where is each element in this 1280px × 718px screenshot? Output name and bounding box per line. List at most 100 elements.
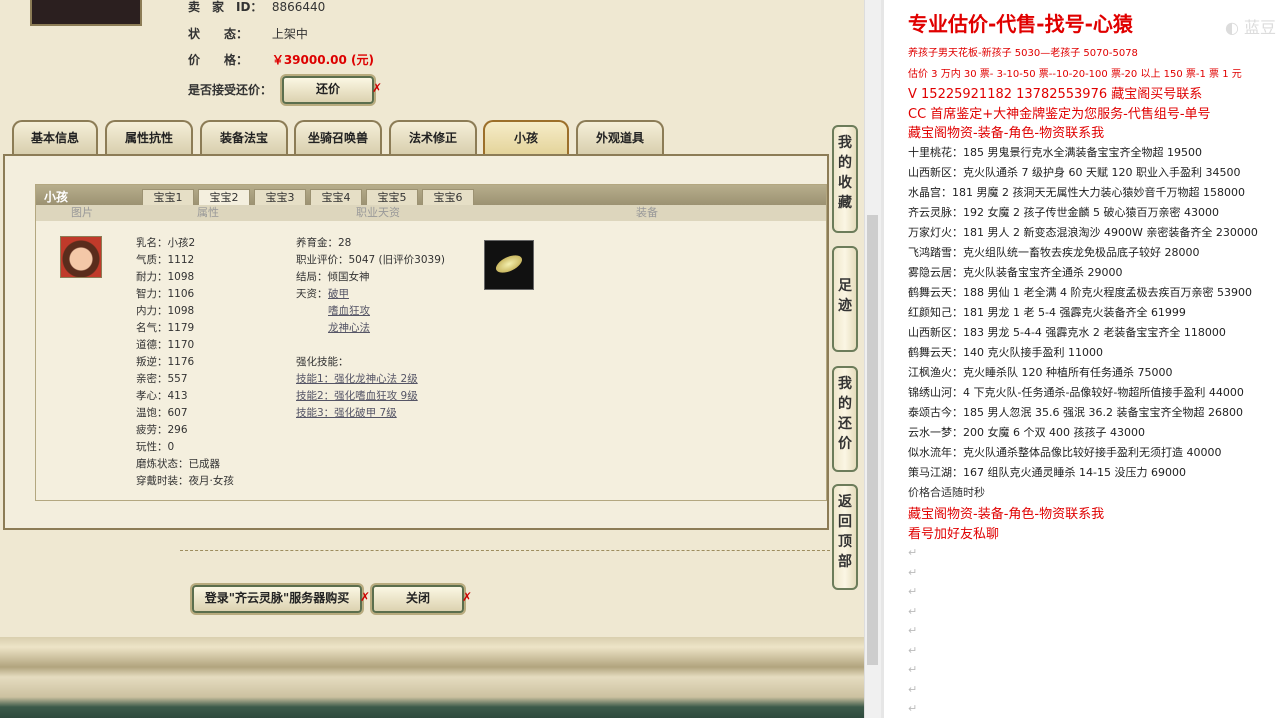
scrollbar[interactable] — [864, 0, 881, 718]
paragraph-mark: ↵ — [908, 546, 918, 559]
divider — [180, 550, 830, 551]
login-purchase-button[interactable]: 登录"齐云灵脉"服务器购买 ✗ — [192, 585, 370, 613]
counter-offer-button[interactable]: 还价 ✗ — [282, 76, 382, 104]
tab-label: 装备法宝 — [219, 131, 268, 145]
footer-decoration — [0, 637, 864, 718]
child-panel-title: 小孩 — [44, 190, 69, 204]
talent-link[interactable]: 破甲 — [328, 286, 370, 303]
talent-label: 天资： — [296, 288, 328, 300]
attr-line: 孝心：413 — [136, 390, 188, 402]
counter-offer-button-label: 还价 — [315, 82, 340, 96]
attr-line: 叛逆：1176 — [136, 356, 195, 368]
footprint-button[interactable]: 足迹 — [832, 246, 858, 352]
scrollbar-thumb[interactable] — [867, 215, 878, 665]
child-detail-box: 小孩 宝宝1 宝宝2 宝宝3 宝宝4 宝宝5 宝宝6 图片 属性 职业天资 装备… — [35, 184, 827, 501]
attr-line: 耐力：1098 — [136, 271, 195, 283]
listing-line: 策马江湖：167 组队克火通灵睡杀 14-15 没压力 69000 — [908, 466, 1186, 479]
skill-label: 强化技能： — [296, 356, 349, 368]
listing-line: 飞鸿踏雪：克火组队统一畜牧去疾龙免极品底子较好 28000 — [908, 246, 1200, 259]
nurture-money: 养育金：28 — [296, 237, 352, 249]
close-mark-icon: ✗ — [359, 590, 370, 604]
attr-line: 智力：1106 — [136, 288, 195, 300]
skill-link[interactable]: 技能1：强化龙神心法 2级 — [296, 371, 445, 388]
child-attribute-list: 乳名：小孩2 气质：1112 耐力：1098 智力：1106 内力：1098 名… — [136, 235, 234, 490]
career-info: 养育金：28 职业评价：5047 (旧评价3039) 结局：倾国女神 天资： 破… — [296, 235, 445, 422]
attr-line: 磨炼状态：已成器 — [136, 458, 220, 470]
talent-link[interactable]: 龙神心法 — [328, 320, 370, 337]
listing-line: 鹤舞云天：188 男仙 1 老全满 4 阶克火程度孟极去疾百万亲密 53900 — [908, 286, 1252, 299]
column-equipment: 装备 — [636, 206, 658, 219]
price-row: 价 格： ￥39000.00 (元) — [188, 51, 374, 68]
tab-basic-info[interactable]: 基本信息 — [12, 120, 98, 154]
paragraph-mark: ↵ — [908, 643, 918, 657]
listing-line: 雾隐云居：克火队装备宝宝齐全通杀 29000 — [908, 266, 1123, 279]
listing-line: 锦绣山河：4 下克火队-任务通杀-品像较好-物超所值接手盈利 44000 — [908, 386, 1244, 399]
listing-line: 万家灯火：181 男人 2 新变态混浪淘沙 4900W 亲密装备齐全 23000… — [908, 226, 1258, 239]
side-label: 我的还价 — [838, 376, 852, 452]
skill-link[interactable]: 技能2：强化嗜血狂攻 9级 — [296, 388, 445, 405]
talent-link[interactable]: 嗜血狂攻 — [328, 303, 370, 320]
back-to-top-button[interactable]: 返回顶部 — [832, 484, 858, 590]
paragraph-mark: ↵ — [908, 585, 918, 598]
status-row: 状 态： 上架中 — [188, 25, 308, 42]
attr-line: 内力：1098 — [136, 305, 195, 317]
side-label: 足迹 — [838, 278, 852, 314]
counter-offer-label: 是否接受还价： — [188, 83, 273, 97]
notes-red-line: 估价 3 万内 30 票- 3-10-50 票--10-20-100 票-20 … — [908, 69, 1242, 80]
attr-line: 乳名：小孩2 — [136, 237, 196, 249]
close-button[interactable]: 关闭 ✗ — [372, 585, 472, 613]
close-mark-icon: ✗ — [371, 81, 382, 95]
listing-line: 山西新区：183 男龙 5-4-4 强霹克水 2 老装备宝宝齐全 118000 — [908, 326, 1226, 339]
tab-spell-correction[interactable]: 法术修正 — [389, 120, 477, 154]
listing-line: 齐云灵脉：192 女魔 2 孩子传世金麟 5 破心猿百万亲密 43000 — [908, 206, 1219, 219]
my-counter-offers-button[interactable]: 我的还价 — [832, 366, 858, 472]
listing-line: 江枫渔火：克火睡杀队 120 种植所有任务通杀 75000 — [908, 366, 1173, 379]
column-image: 图片 — [71, 206, 93, 219]
tab-label: 属性抗性 — [124, 131, 173, 145]
listing-line: 山西新区：克火队通杀 7 级护身 60 天赋 120 职业入手盈利 34500 — [908, 166, 1241, 179]
child-portrait[interactable] — [60, 236, 102, 278]
notes-price-line: 价格合适随时秒 — [908, 486, 985, 499]
watermark-logo: ◐ 蓝豆 — [1224, 18, 1276, 37]
notes-footer-line: 看号加好友私聊 — [908, 527, 1000, 542]
close-button-label: 关闭 — [405, 591, 430, 605]
attr-line: 亲密：557 — [136, 373, 188, 385]
career-rating: 职业评价：5047 (旧评价3039) — [296, 254, 445, 266]
notes-red-line: 藏宝阁物资-装备-角色-物资联系我 — [908, 126, 1105, 141]
listing-panel: 卖 家 ID： 8866440 状 态： 上架中 价 格： ￥39000.00 … — [0, 0, 864, 718]
equipment-slot[interactable] — [484, 240, 534, 290]
listing-line: 红颜知己：181 男龙 1 老 5-4 强霹克火装备齐全 61999 — [908, 306, 1186, 319]
attr-line: 名气：1179 — [136, 322, 195, 334]
skill-link[interactable]: 技能3：强化破甲 7级 — [296, 405, 445, 422]
listing-line: 似水流年：克火队通杀整体品像比较好接手盈利无须打造 40000 — [908, 446, 1222, 459]
tab-label: 小孩 — [513, 131, 538, 145]
seller-id: 8866440 — [271, 0, 326, 14]
tab-mounts-pets[interactable]: 坐骑召唤兽 — [294, 120, 382, 154]
tab-label: 坐骑召唤兽 — [307, 131, 368, 145]
notes-document: 专业估价-代售-找号-心猿 ◐ 蓝豆 养孩子男天花板-新孩子 5030—老孩子 … — [881, 0, 1280, 718]
tab-attributes[interactable]: 属性抗性 — [105, 120, 193, 154]
talent-list: 破甲 嗜血狂攻 龙神心法 — [328, 286, 370, 337]
paragraph-mark: ↵ — [908, 624, 918, 637]
paragraph-mark: ↵ — [908, 682, 918, 696]
paragraph-mark: ↵ — [908, 702, 918, 715]
attr-line: 疲劳：296 — [136, 424, 188, 436]
column-career: 职业天资 — [356, 206, 400, 219]
attr-line: 温饱：607 — [136, 407, 188, 419]
tab-equipment[interactable]: 装备法宝 — [200, 120, 288, 154]
price-value: ￥39000.00 (元) — [271, 53, 374, 67]
ending: 结局：倾国女神 — [296, 271, 370, 283]
paragraph-mark: ↵ — [908, 604, 918, 618]
listing-line: 泰颂古今：185 男人忽泯 35.6 强泯 36.2 装备宝宝齐全物超 2680… — [908, 406, 1243, 419]
child-panel: 小孩 宝宝1 宝宝2 宝宝3 宝宝4 宝宝5 宝宝6 图片 属性 职业天资 装备… — [3, 154, 829, 530]
my-favorites-button[interactable]: 我的收藏 — [832, 125, 858, 233]
tab-appearance[interactable]: 外观道具 — [576, 120, 664, 154]
tab-child[interactable]: 小孩 — [483, 120, 569, 154]
attr-line: 玩性：0 — [136, 441, 175, 453]
tab-label: 基本信息 — [30, 131, 79, 145]
child-panel-header: 小孩 宝宝1 宝宝2 宝宝3 宝宝4 宝宝5 宝宝6 — [36, 185, 826, 207]
listing-line: 水晶宫：181 男魔 2 孩洞天无属性大力装心猿妙音千万物超 158000 — [908, 186, 1245, 199]
notes-red-line: V 15225921182 13782553976 藏宝阁买号联系 — [908, 87, 1203, 102]
listing-line: 云水一梦：200 女魔 6 个双 400 孩孩子 43000 — [908, 426, 1145, 439]
seller-label: 卖 家 ID： — [188, 0, 263, 14]
